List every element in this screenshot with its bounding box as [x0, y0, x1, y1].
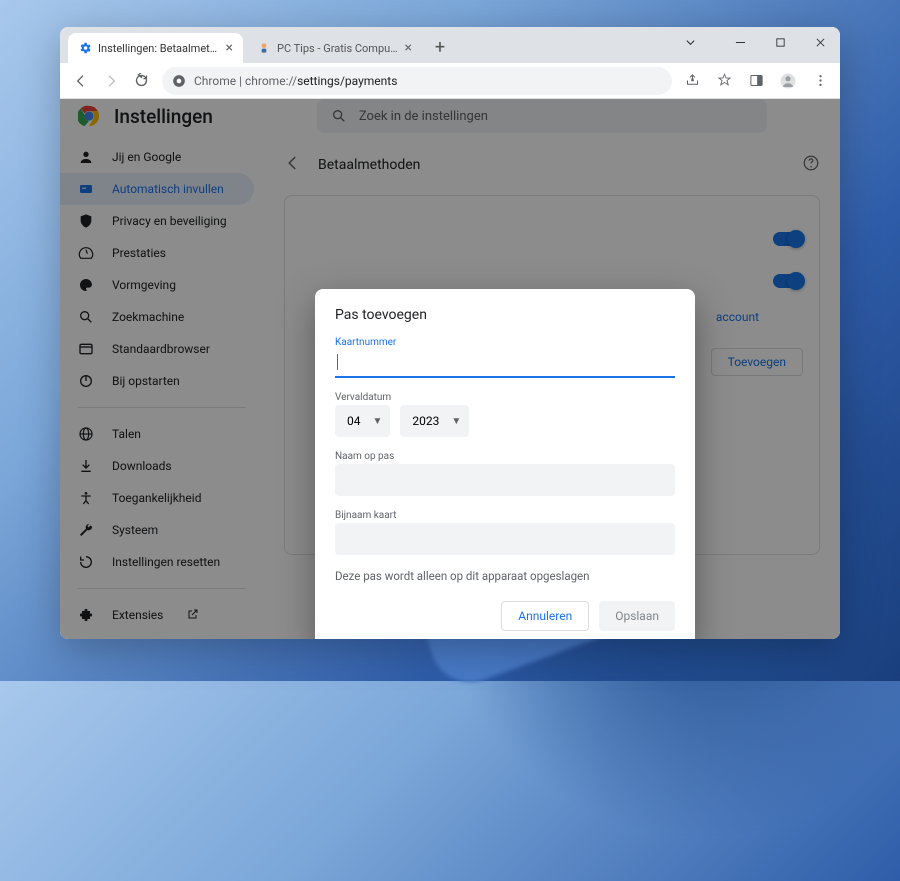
address-bar[interactable]: Chrome | chrome://settings/payments	[162, 67, 672, 95]
share-button[interactable]	[678, 67, 706, 95]
minimize-button[interactable]	[720, 27, 760, 57]
address-text: Chrome | chrome://settings/payments	[194, 74, 397, 88]
tab-title: PC Tips - Gratis Computer Tips, i	[277, 42, 399, 55]
browser-window: Instellingen: Betaalmethoden × PC Tips -…	[60, 27, 840, 639]
tab-settings[interactable]: Instellingen: Betaalmethoden ×	[68, 33, 243, 63]
chevron-down-icon: ▼	[451, 416, 461, 427]
tabs-dropdown-button[interactable]	[670, 27, 710, 57]
toolbar: Chrome | chrome://settings/payments	[60, 63, 840, 99]
tab-pctips[interactable]: PC Tips - Gratis Computer Tips, i ×	[247, 33, 422, 63]
new-tab-button[interactable]: +	[426, 33, 454, 61]
close-window-button[interactable]	[800, 27, 840, 57]
save-button[interactable]: Opslaan	[599, 601, 675, 631]
forward-button[interactable]	[96, 66, 126, 96]
name-on-card-input[interactable]	[335, 464, 675, 496]
add-card-dialog: Pas toevoegen Kaartnummer Vervaldatum 04…	[315, 289, 695, 639]
gear-icon	[78, 41, 92, 55]
maximize-button[interactable]	[760, 27, 800, 57]
card-number-input[interactable]	[335, 350, 675, 378]
site-icon	[257, 41, 271, 55]
card-nickname-input[interactable]	[335, 523, 675, 555]
expiry-year-select[interactable]: 2023 ▼	[400, 405, 469, 437]
close-icon[interactable]: ×	[405, 41, 412, 55]
card-nickname-label: Bijnaam kaart	[335, 510, 675, 521]
chevron-down-icon: ▼	[373, 416, 383, 427]
expiry-label: Vervaldatum	[335, 392, 675, 403]
dialog-title: Pas toevoegen	[335, 307, 675, 323]
card-number-label: Kaartnummer	[335, 337, 675, 348]
close-icon[interactable]: ×	[226, 41, 233, 55]
reload-button[interactable]	[126, 66, 156, 96]
bookmark-button[interactable]	[710, 67, 738, 95]
cancel-button[interactable]: Annuleren	[501, 601, 589, 631]
dialog-note: Deze pas wordt alleen op dit apparaat op…	[335, 569, 675, 583]
sidepanel-button[interactable]	[742, 67, 770, 95]
profile-button[interactable]	[774, 67, 802, 95]
window-controls	[670, 27, 840, 57]
title-bar: Instellingen: Betaalmethoden × PC Tips -…	[60, 27, 840, 63]
name-on-card-label: Naam op pas	[335, 451, 675, 462]
expiry-month-select[interactable]: 04 ▼	[335, 405, 390, 437]
chrome-icon	[172, 74, 186, 88]
tab-title: Instellingen: Betaalmethoden	[98, 42, 220, 55]
back-button[interactable]	[66, 66, 96, 96]
menu-button[interactable]	[806, 67, 834, 95]
